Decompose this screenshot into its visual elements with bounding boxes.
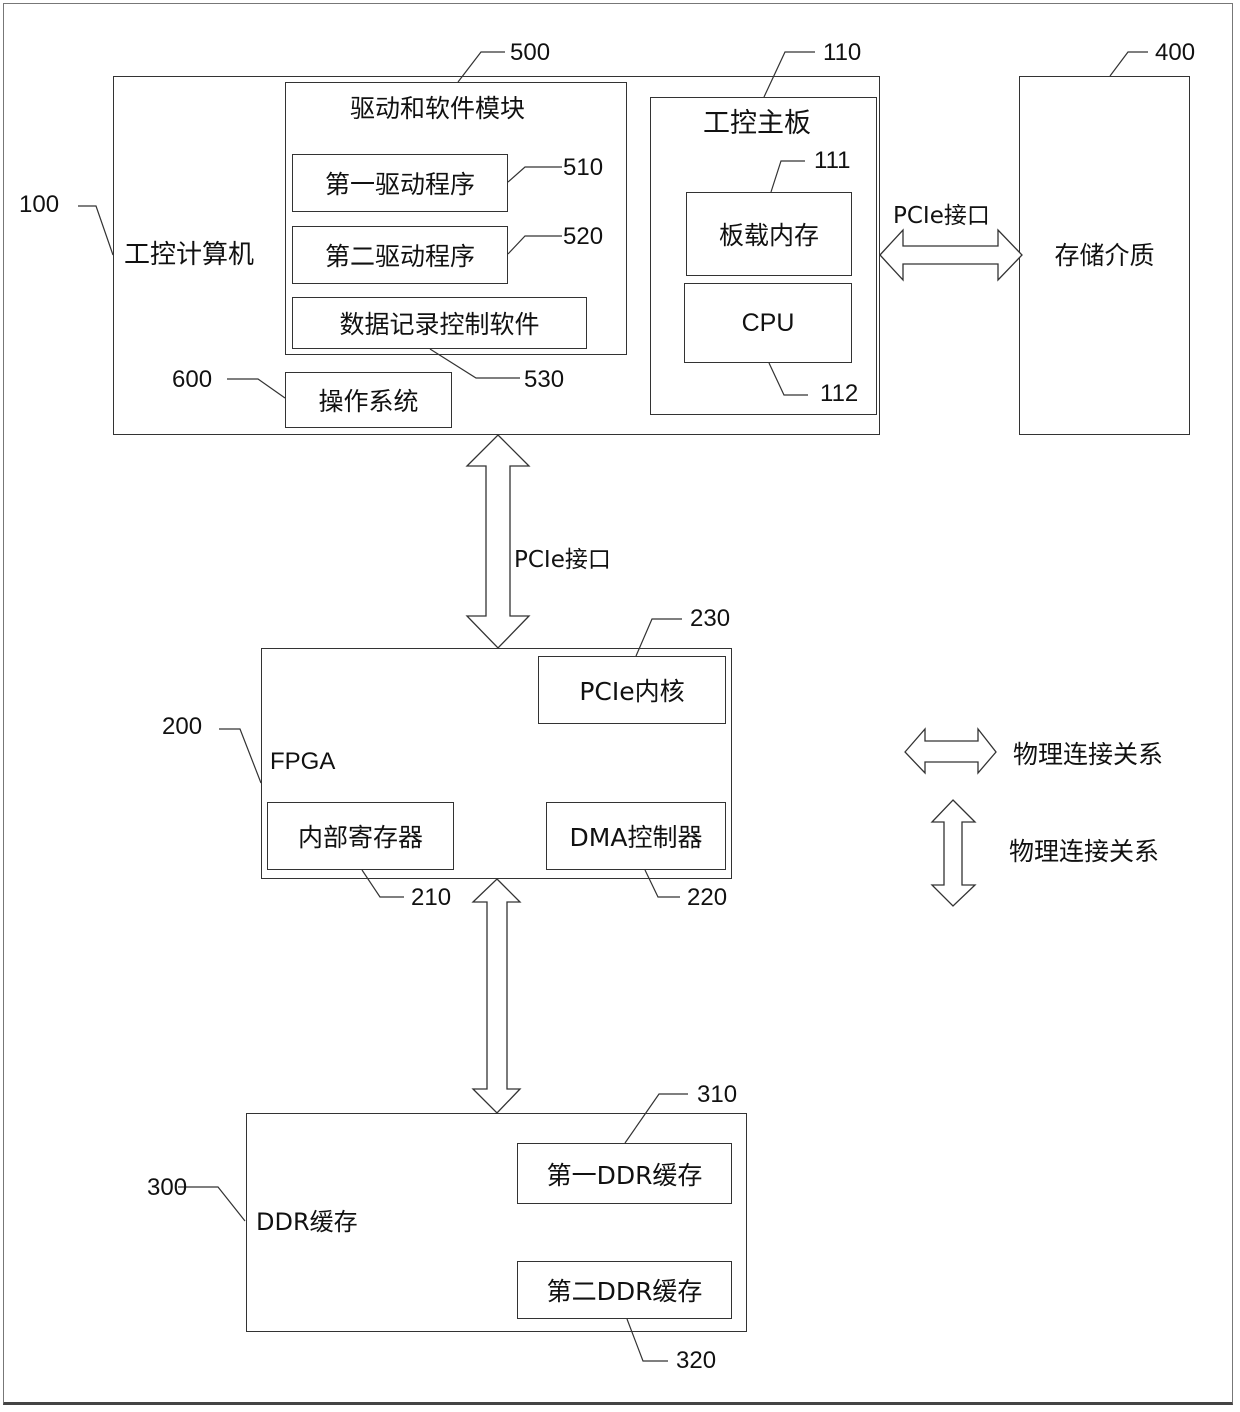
- os-label: 操作系统: [318, 387, 419, 416]
- cpu-block: CPU: [684, 283, 852, 363]
- ref-520: 520: [563, 223, 604, 250]
- record-software-label: 数据记录控制软件: [339, 310, 540, 339]
- dma-controller-label: DMA控制器: [569, 823, 703, 852]
- ipc-label: 工控计算机: [124, 240, 255, 270]
- ipc-fpga-connection-label: PCIe接口: [514, 547, 611, 573]
- ref-310: 310: [697, 1081, 738, 1108]
- legend-vertical-label: 物理连接关系: [1009, 837, 1160, 866]
- ref-220: 220: [687, 884, 728, 911]
- fpga-label: FPGA: [270, 748, 336, 775]
- ddr1-block: 第一DDR缓存: [517, 1143, 732, 1204]
- driver1-block: 第一驱动程序: [292, 154, 508, 212]
- ref-110: 110: [823, 39, 862, 66]
- driver-module-label: 驱动和软件模块: [350, 94, 526, 123]
- onboard-memory-block: 板载内存: [686, 192, 852, 276]
- mainboard-label: 工控主板: [703, 108, 811, 139]
- driver2-block: 第二驱动程序: [292, 226, 508, 284]
- onboard-memory-label: 板载内存: [718, 221, 819, 250]
- ref-500: 500: [510, 39, 551, 66]
- board-storage-connection-label: PCIe接口: [893, 203, 990, 229]
- ddr-label: DDR缓存: [256, 1208, 358, 1236]
- ddr1-label: 第一DDR缓存: [546, 1160, 703, 1190]
- record-software-block: 数据记录控制软件: [292, 297, 587, 349]
- ref-300: 300: [147, 1174, 188, 1201]
- internal-register-block: 内部寄存器: [267, 802, 454, 870]
- ref-600: 600: [172, 366, 213, 393]
- ref-200: 200: [162, 713, 203, 740]
- pcie-core-label: PCIe内核: [579, 677, 685, 706]
- os-block: 操作系统: [285, 372, 452, 428]
- driver1-label: 第一驱动程序: [324, 170, 475, 199]
- ref-530: 530: [524, 366, 565, 393]
- dma-controller-block: DMA控制器: [546, 802, 726, 870]
- ref-230: 230: [690, 605, 731, 632]
- pcie-core-block: PCIe内核: [538, 656, 726, 724]
- ref-320: 320: [676, 1347, 717, 1374]
- ref-100: 100: [19, 191, 60, 218]
- storage-label: 存储介质: [1054, 240, 1155, 270]
- cpu-label: CPU: [741, 308, 795, 337]
- ref-112: 112: [820, 380, 859, 407]
- ref-111: 111: [814, 147, 851, 174]
- ref-210: 210: [411, 884, 452, 911]
- internal-register-label: 内部寄存器: [297, 823, 423, 852]
- ref-400: 400: [1155, 39, 1196, 66]
- storage-block: 存储介质: [1019, 76, 1190, 435]
- driver2-label: 第二驱动程序: [324, 242, 475, 271]
- ddr2-label: 第二DDR缓存: [546, 1277, 703, 1306]
- ref-510: 510: [563, 154, 604, 181]
- ddr2-block: 第二DDR缓存: [517, 1261, 732, 1319]
- legend-horizontal-label: 物理连接关系: [1013, 740, 1164, 769]
